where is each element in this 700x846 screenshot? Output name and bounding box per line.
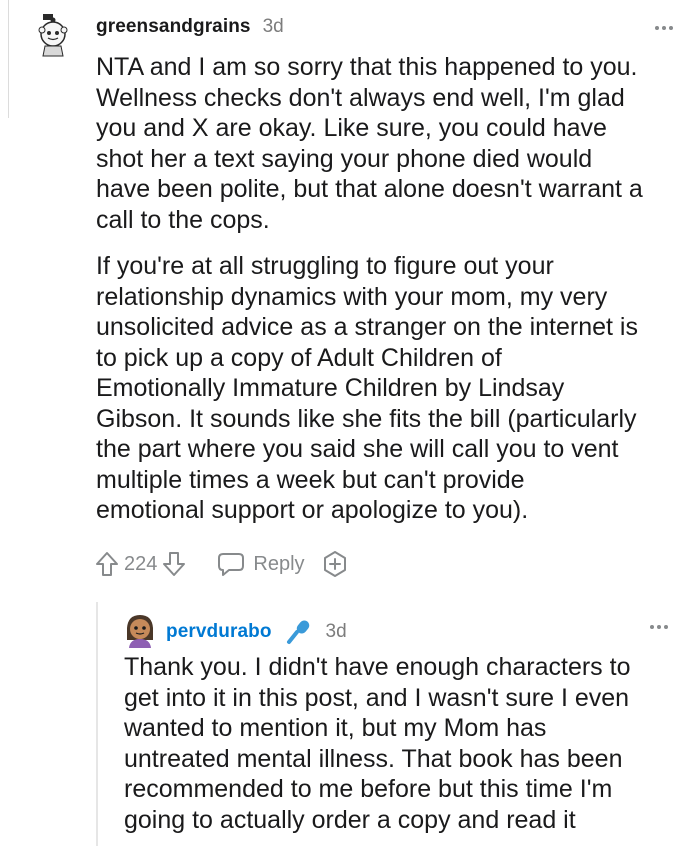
chat-bubble-icon: [217, 551, 245, 577]
comment-line: emotional support or apologize to you).: [96, 496, 529, 524]
reply-line: wanted to mention it, but my Mom has: [124, 714, 547, 742]
comment-line: have been polite, but that alone doesn't…: [96, 175, 643, 203]
reply-thread-line[interactable]: [96, 602, 98, 846]
snoo-avatar-icon: [127, 615, 153, 648]
reply-label: Reply: [253, 552, 305, 575]
comment-thread: greensandgrains 3d NTA and I am so sorry…: [0, 0, 700, 846]
comment-body-paragraph-1: NTA and I am so sorry that this happened…: [96, 52, 643, 235]
comment-line: to pick up a copy of Adult Children of: [96, 343, 502, 372]
comment-line: Emotionally Immature Children by Lindsay: [96, 374, 565, 402]
more-options-icon[interactable]: [655, 26, 673, 30]
reply-username[interactable]: pervdurabo: [166, 621, 272, 643]
reply-button[interactable]: Reply: [217, 551, 305, 577]
parent-thread-line[interactable]: [8, 0, 9, 118]
comment-username[interactable]: greensandgrains: [96, 16, 251, 38]
downvote-arrow-icon[interactable]: [161, 550, 187, 578]
comment-line: Wellness checks don't always end well, I…: [96, 83, 625, 112]
microphone-icon: [284, 617, 314, 647]
comment-line: If you're at all struggling to figure ou…: [96, 252, 554, 280]
comment-line: call to the cops.: [96, 205, 270, 234]
more-options-icon[interactable]: [650, 625, 668, 629]
reply-body: Thank you. I didn't have enough characte…: [124, 652, 630, 835]
reply-line: recommended to me before but this time I…: [124, 775, 613, 803]
comment-line: the part where you said she will call yo…: [96, 435, 619, 463]
reply-line: untreated mental illness. That book has …: [124, 744, 623, 773]
comment-header: greensandgrains 3d: [96, 16, 284, 38]
reply-timestamp[interactable]: 3d: [326, 621, 347, 643]
comment-line: shot her a text saying your phone died w…: [96, 144, 593, 173]
award-plus-icon[interactable]: [321, 550, 349, 578]
upvote-arrow-icon[interactable]: [94, 550, 120, 578]
comment-line: relationship dynamics with your mom, my …: [96, 282, 608, 311]
comment-line: Gibson. It sounds like she fits the bill…: [96, 404, 637, 433]
comment-line: multiple times a week but can't provide: [96, 465, 525, 494]
comment-body-paragraph-2: If you're at all struggling to figure ou…: [96, 251, 638, 526]
vote-count: 224: [124, 552, 158, 575]
reply-line: Thank you. I didn't have enough characte…: [124, 653, 631, 681]
comment-line: NTA and I am so sorry that this happened…: [96, 53, 638, 81]
snoo-avatar-icon: [38, 14, 68, 57]
comment-line: you and X are okay. Like sure, you could…: [96, 114, 607, 142]
comment-action-bar: 224 Reply: [94, 546, 349, 582]
comment-timestamp[interactable]: 3d: [263, 16, 284, 38]
avatar[interactable]: [34, 12, 72, 62]
reply-line: get into it in this post, and I wasn't s…: [124, 683, 630, 712]
reply-header: pervdurabo 3d: [166, 617, 347, 647]
reply-line: going to actually order a copy and read …: [124, 805, 576, 834]
avatar[interactable]: [122, 612, 158, 648]
comment-line: unsolicited advice as a stranger on the …: [96, 313, 638, 341]
